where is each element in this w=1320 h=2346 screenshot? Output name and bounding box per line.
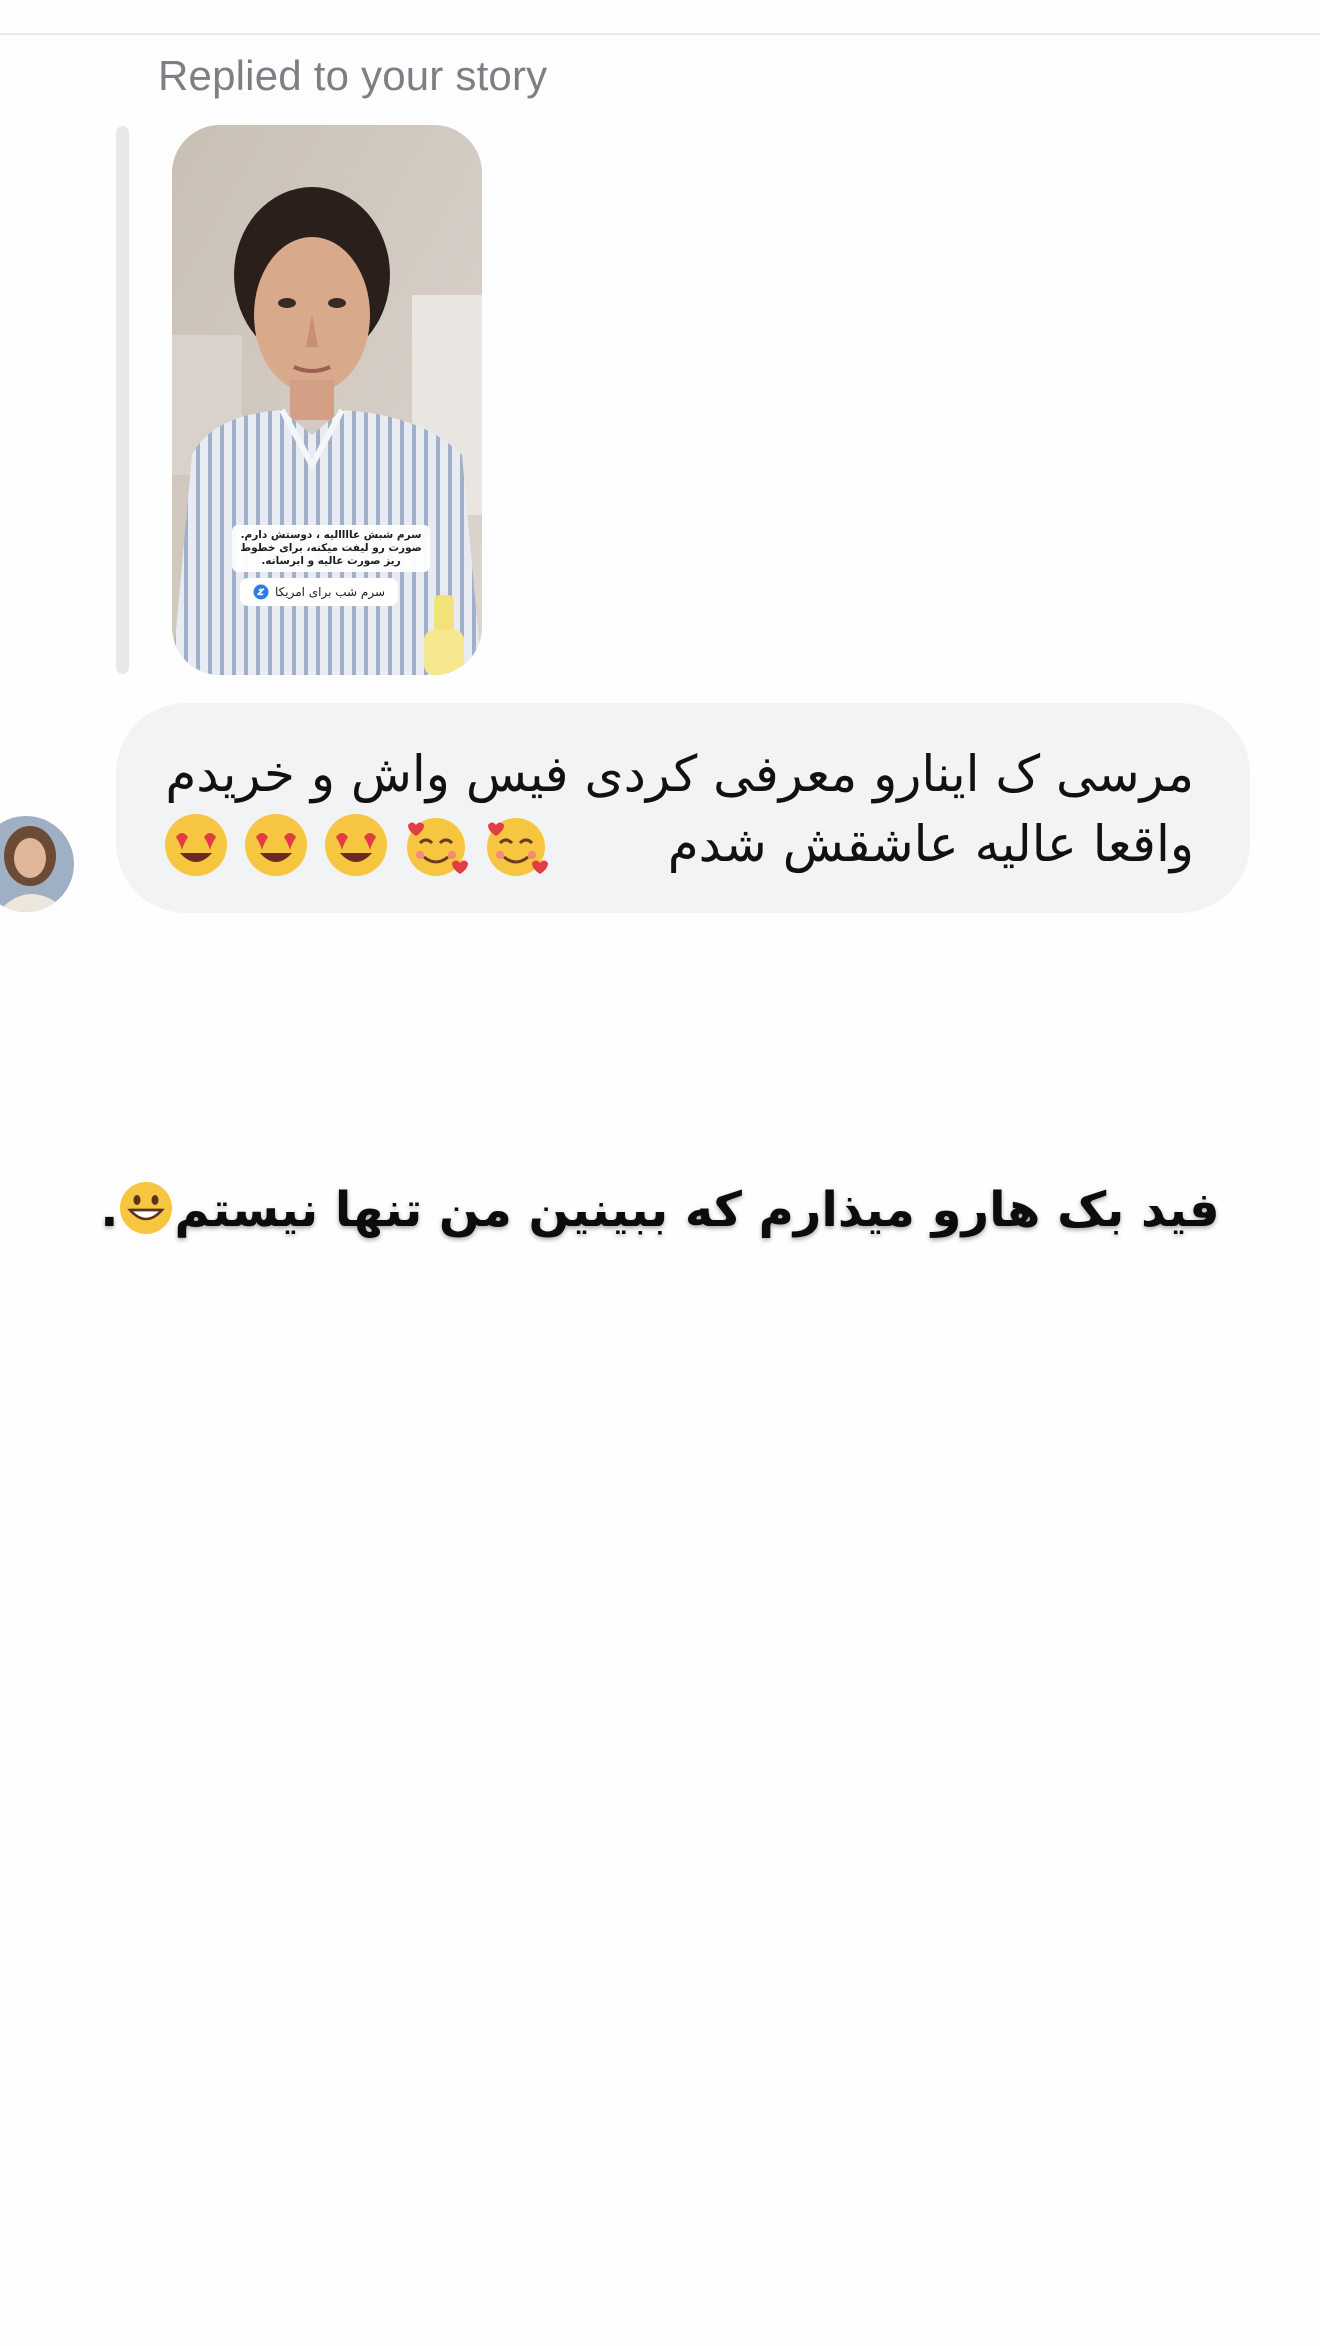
- replied-to-story-label: Replied to your story: [158, 52, 548, 99]
- sender-avatar[interactable]: [0, 816, 74, 912]
- smiling-face-with-hearts-icon: [402, 811, 470, 879]
- overlay-caption: فید بک هارو میذارم که ببینین من تنها نیس…: [0, 1180, 1320, 1238]
- header-divider: [0, 33, 1320, 35]
- message-emoji-row: [162, 811, 550, 879]
- dm-thread: Replied to your story سرم شبش عاااالیه ،…: [0, 0, 1320, 2346]
- reply-quote-bar: [116, 126, 129, 674]
- overlay-caption-text: فید بک هارو میذارم که ببینین من تنها نیس…: [174, 1182, 1220, 1238]
- heart-eyes-icon: [162, 811, 230, 879]
- link-icon: [253, 584, 269, 600]
- heart-eyes-icon: [322, 811, 390, 879]
- story-caption: سرم شبش عاااالیه ، دوستش دارم. صورت رو ل…: [232, 525, 430, 572]
- story-thumbnail[interactable]: سرم شبش عاااالیه ، دوستش دارم. صورت رو ل…: [172, 125, 482, 675]
- story-link-sticker[interactable]: سرم شب برای امریکا: [240, 578, 398, 606]
- overlay-caption-period: .: [100, 1182, 119, 1238]
- message-bubble[interactable]: مرسی ک اینارو معرفی کردی فیس واش و خریدم…: [116, 703, 1250, 913]
- heart-eyes-icon: [242, 811, 310, 879]
- smiling-face-with-hearts-icon: [482, 811, 550, 879]
- grinning-face-icon: [118, 1180, 174, 1236]
- story-link-label: سرم شب برای امریکا: [274, 585, 386, 599]
